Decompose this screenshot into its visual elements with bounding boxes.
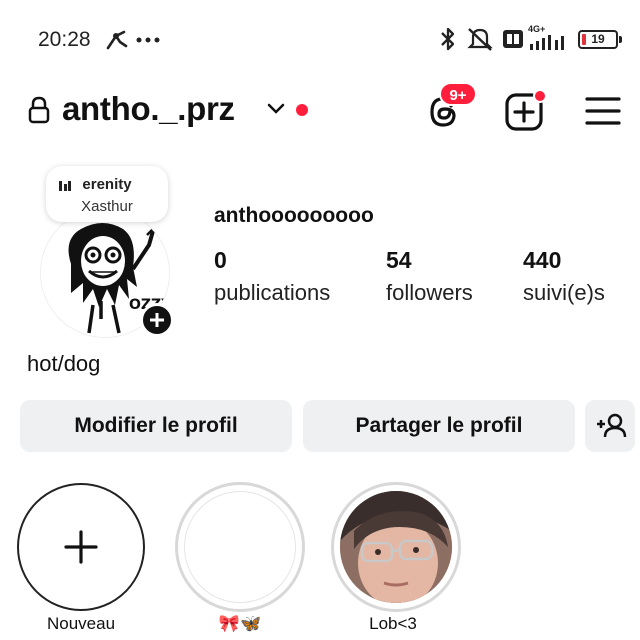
display-name: anthooooooooo: [214, 204, 374, 227]
more-dots-icon: [136, 37, 160, 43]
stat-publications[interactable]: 0 publications: [214, 247, 330, 306]
share-profile-button[interactable]: Partager le profil: [303, 400, 575, 452]
highlight-item[interactable]: [175, 482, 305, 612]
account-username[interactable]: antho._.prz: [62, 90, 235, 128]
highlight-label: Nouveau: [46, 614, 116, 633]
bluetooth-icon: [441, 27, 455, 51]
network-type: 4G+: [528, 24, 546, 34]
music-note-bubble[interactable]: erenity Xasthur: [46, 166, 168, 222]
stat-count: 54: [386, 247, 412, 273]
edit-profile-button[interactable]: Modifier le profil: [20, 400, 292, 452]
stat-label: suivi(e)s: [523, 280, 605, 305]
highlight-new[interactable]: [17, 483, 145, 611]
status-bar: 20:28 4G+ 19: [0, 0, 640, 80]
create-alert-dot: [533, 89, 547, 103]
highlight-label: Lob<3: [369, 614, 417, 633]
stat-count: 440: [523, 247, 562, 273]
stat-label: followers: [386, 280, 473, 305]
note-song-title: erenity: [82, 176, 132, 193]
lock-icon: [28, 96, 50, 124]
stat-label: publications: [214, 280, 331, 305]
chevron-down-icon[interactable]: [266, 102, 286, 116]
bio-text: hot/dog: [27, 351, 101, 376]
highlight-label: 🎀🦋: [218, 614, 262, 633]
battery-level: 19: [591, 32, 605, 46]
battery-icon: 19: [578, 30, 622, 49]
highlight-cover: [184, 491, 296, 603]
app-notification-icon: [106, 30, 128, 50]
account-alert-dot: [296, 104, 308, 116]
data-icon: [503, 30, 523, 48]
plus-icon: [150, 313, 164, 327]
silent-icon: [467, 28, 493, 51]
menu-icon[interactable]: [584, 94, 622, 128]
notification-badge: 9+: [439, 82, 477, 106]
discover-people-button[interactable]: [585, 400, 635, 452]
highlight-cover: [340, 491, 452, 603]
signal-icon: [530, 35, 564, 50]
stat-followers[interactable]: 54 followers: [386, 247, 473, 306]
note-artist: Xasthur: [81, 198, 133, 215]
stat-count: 0: [214, 247, 227, 273]
add-person-icon: [597, 413, 627, 438]
highlight-photo: [340, 491, 452, 603]
stat-following[interactable]: 440 suivi(e)s: [523, 247, 605, 306]
highlight-item[interactable]: [331, 482, 461, 612]
add-story-button[interactable]: [140, 303, 174, 337]
plus-icon: [64, 530, 98, 564]
clock: 20:28: [38, 28, 91, 51]
